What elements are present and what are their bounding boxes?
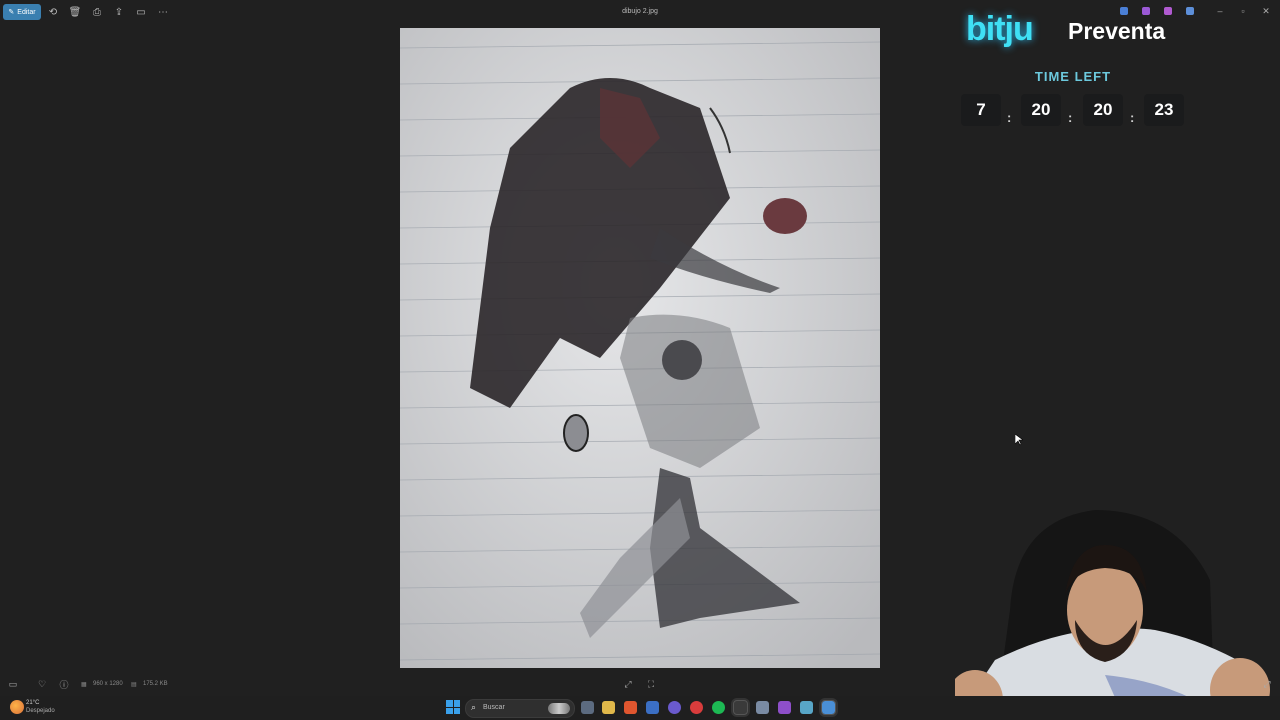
countdown-separator: : [1130,110,1135,125]
obs-icon[interactable] [733,700,748,715]
favorite-icon[interactable]: ♡ [37,679,47,689]
delete-icon[interactable]: 🗑 [69,6,82,18]
filmstrip-icon[interactable]: ▭ [8,679,18,689]
edit-button[interactable]: ✎ Editar [3,4,41,20]
expand-icon[interactable]: ⤢ [1262,679,1272,689]
rotate-icon[interactable]: ⟲ [47,6,59,18]
slideshow-icon[interactable]: ▭ [135,6,147,18]
maximize-icon[interactable]: ▫ [1236,6,1250,16]
discord-icon[interactable] [668,701,681,714]
status-bar: ▭ ♡ ⓘ ▦ 960 x 1280 ▤ 175.2 KB ⤢ ⛶ ⤢ [0,676,1280,694]
share-icon[interactable]: ⇪ [113,6,125,18]
countdown-minutes: 20 [1083,94,1123,126]
taskbar-search[interactable]: ⌕ Buscar [465,699,575,718]
countdown-days: 7 [961,94,1001,126]
filesize-icon: ▤ [131,682,137,688]
countdown-separator: : [1068,110,1073,125]
image-dimensions: 960 x 1280 [93,681,123,687]
countdown-separator: : [1007,110,1012,125]
app-icon[interactable] [800,701,813,714]
fit-icon[interactable]: ⤢ [623,679,633,689]
file-explorer-icon[interactable] [602,701,615,714]
search-highlight-icon [548,703,570,714]
file-name: dibujo 2.jpg [622,8,658,15]
info-icon[interactable]: ⓘ [59,679,69,690]
edit-label: Editar [17,8,36,16]
weather-description: Despejado [26,708,55,714]
brand-logo: bitju [966,10,1034,48]
steam-icon[interactable] [646,701,659,714]
chrome-icon[interactable] [690,701,703,714]
print-icon[interactable]: ⎙ [91,6,103,18]
countdown-hours: 20 [1021,94,1061,126]
photo-viewer-image [400,28,880,668]
countdown-seconds: 23 [1144,94,1184,126]
weather-temperature: 21°C [26,700,40,706]
app-icon[interactable] [756,701,769,714]
photos-app-icon[interactable] [821,700,836,715]
minimize-icon[interactable]: – [1213,6,1227,16]
edit-icon: ✎ [8,9,15,16]
windows-start-icon[interactable] [446,700,460,714]
spotify-icon[interactable] [712,701,725,714]
drawing-image [400,28,880,668]
close-icon[interactable]: ✕ [1259,6,1273,17]
mouse-cursor-icon [1015,434,1023,446]
fullscreen-icon[interactable]: ⛶ [646,679,656,689]
brand-title: Preventa [1068,18,1166,44]
app-icon[interactable] [778,701,791,714]
weather-icon[interactable] [10,700,24,714]
more-icon[interactable]: ⋯ [157,6,169,18]
stream-overlay: bitju Preventa TIME LEFT 7 : 20 : 20 : 2… [960,8,1190,138]
time-left-label: TIME LEFT [1034,69,1112,84]
task-view-icon[interactable] [581,701,594,714]
brave-browser-icon[interactable] [624,701,637,714]
search-placeholder: Buscar [483,704,505,711]
taskbar: 21°C Despejado ⌕ Buscar [0,696,1280,720]
search-icon: ⌕ [471,702,477,712]
dimensions-icon: ▦ [81,682,87,688]
file-size: 175.2 KB [143,681,168,687]
